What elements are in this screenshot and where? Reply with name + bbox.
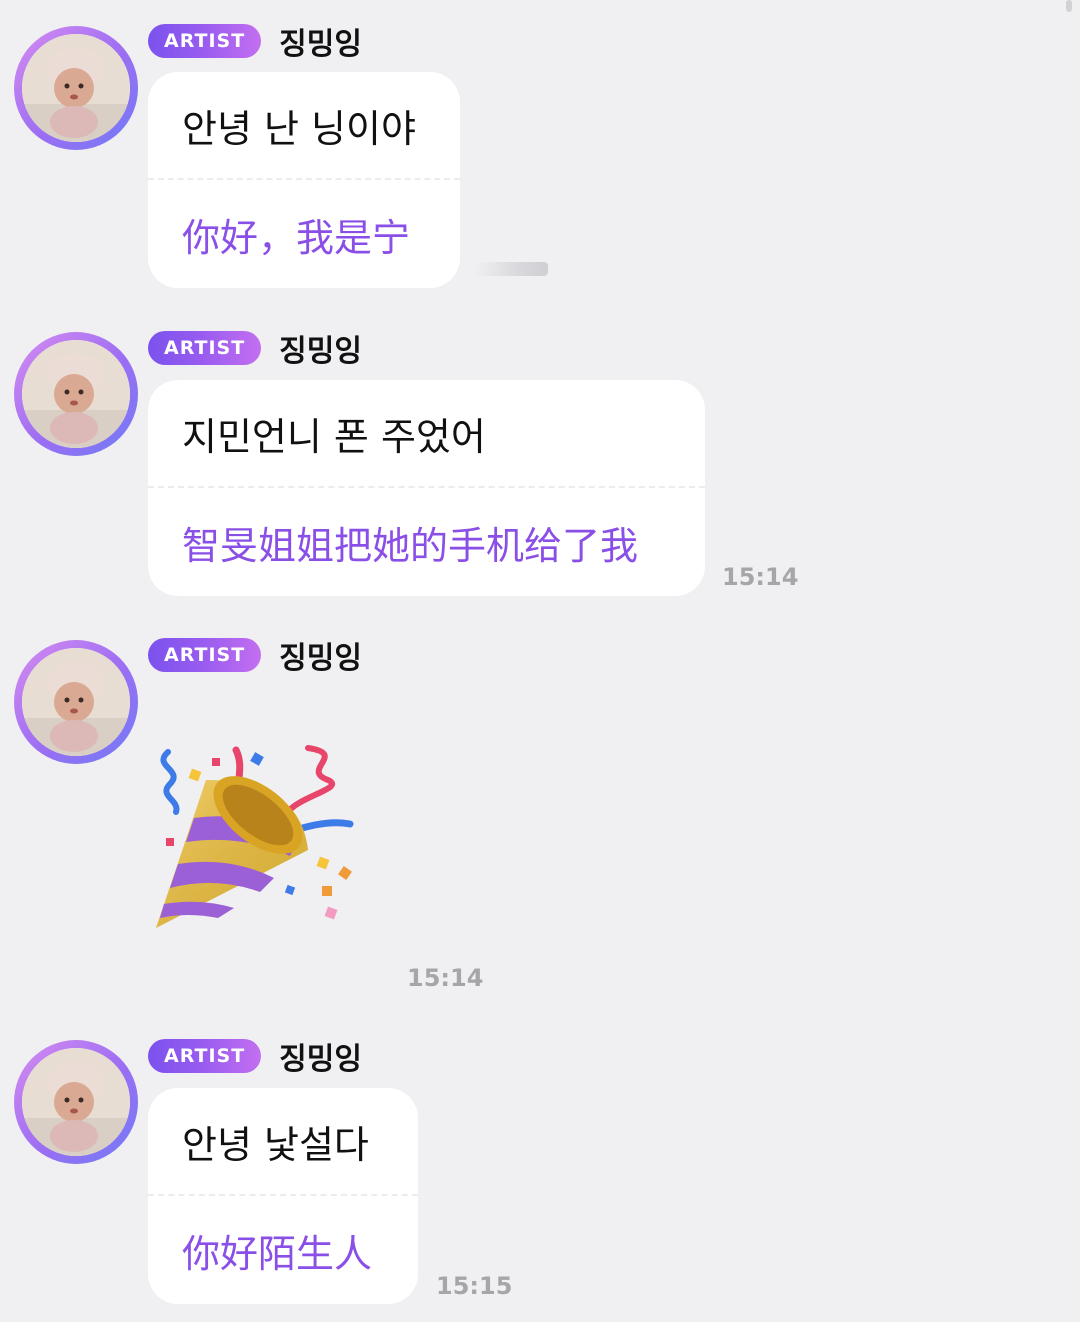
sender-row: ARTIST 징밍잉 xyxy=(148,633,362,677)
original-text: 안녕 난 닝이야 xyxy=(182,106,416,151)
translated-text: 你好陌生人 xyxy=(182,1231,373,1276)
original-text: 지민언니 폰 주었어 xyxy=(182,414,486,459)
message-bubble[interactable]: 안녕 낯설다 你好陌生人 xyxy=(148,1088,418,1304)
sender-name[interactable]: 징밍잉 xyxy=(279,326,362,370)
sender-row: ARTIST 징밍잉 xyxy=(148,326,362,370)
sender-row: ARTIST 징밍잉 xyxy=(148,1034,362,1078)
artist-badge: ARTIST xyxy=(148,638,262,672)
avatar-photo xyxy=(22,340,130,448)
baby-photo-image xyxy=(22,340,130,448)
message-timestamp: 15:14 xyxy=(407,964,484,992)
artist-avatar[interactable] xyxy=(14,332,138,456)
artist-badge: ARTIST xyxy=(148,331,262,365)
sender-name[interactable]: 징밍잉 xyxy=(279,19,362,63)
original-text: 안녕 낯설다 xyxy=(182,1122,369,1167)
sender-name[interactable]: 징밍잉 xyxy=(279,633,362,677)
baby-photo-image xyxy=(22,1048,130,1156)
translated-text: 你好，我是宁 xyxy=(182,215,411,260)
scrollbar[interactable] xyxy=(1066,0,1072,12)
message-timestamp: 15:15 xyxy=(436,1272,513,1300)
blurred-status xyxy=(474,262,548,276)
avatar-photo xyxy=(22,34,130,142)
sender-row: ARTIST 징밍잉 xyxy=(148,19,362,63)
avatar-photo xyxy=(22,648,130,756)
message-timestamp: 15:14 xyxy=(722,563,799,591)
party-popper-icon[interactable] xyxy=(150,740,360,950)
artist-badge: ARTIST xyxy=(148,24,262,58)
message-bubble[interactable]: 안녕 난 닝이야 你好，我是宁 xyxy=(148,72,460,288)
sender-name[interactable]: 징밍잉 xyxy=(279,1034,362,1078)
avatar-photo xyxy=(22,1048,130,1156)
baby-photo-image xyxy=(22,34,130,142)
artist-avatar[interactable] xyxy=(14,640,138,764)
artist-badge: ARTIST xyxy=(148,1039,262,1073)
translated-text: 智旻姐姐把她的手机给了我 xyxy=(182,523,639,568)
artist-avatar[interactable] xyxy=(14,26,138,150)
message-bubble[interactable]: 지민언니 폰 주었어 智旻姐姐把她的手机给了我 xyxy=(148,380,705,596)
artist-avatar[interactable] xyxy=(14,1040,138,1164)
baby-photo-image xyxy=(22,648,130,756)
